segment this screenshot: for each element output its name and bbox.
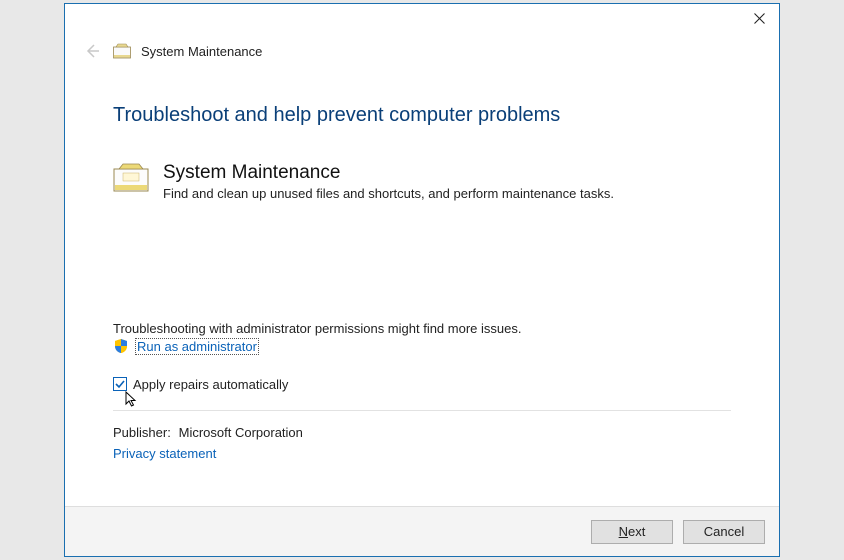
tool-description: Find and clean up unused files and short… xyxy=(163,186,614,201)
checkmark-icon xyxy=(115,379,125,389)
cursor-icon xyxy=(125,391,139,409)
tool-info-row: System Maintenance Find and clean up unu… xyxy=(113,163,731,201)
admin-hint-text: Troubleshooting with administrator permi… xyxy=(113,321,731,336)
next-button[interactable]: Next xyxy=(591,520,673,544)
maintenance-icon xyxy=(113,163,149,193)
divider xyxy=(113,410,731,411)
troubleshooter-name: System Maintenance xyxy=(141,44,262,59)
back-arrow-icon xyxy=(83,42,101,60)
close-button[interactable] xyxy=(739,4,779,32)
cancel-button[interactable]: Cancel xyxy=(683,520,765,544)
apply-repairs-checkbox[interactable] xyxy=(113,377,127,391)
run-as-admin-link[interactable]: Run as administrator xyxy=(135,338,259,355)
publisher-row: Publisher: Microsoft Corporation xyxy=(113,425,731,440)
publisher-label: Publisher: xyxy=(113,425,175,440)
titlebar xyxy=(65,4,779,38)
content-area: Troubleshoot and help prevent computer p… xyxy=(65,64,779,506)
apply-repairs-label: Apply repairs automatically xyxy=(133,377,288,392)
apply-repairs-row: Apply repairs automatically xyxy=(113,377,731,392)
page-heading: Troubleshoot and help prevent computer p… xyxy=(113,104,731,127)
run-as-admin-row: Run as administrator xyxy=(113,338,731,355)
maintenance-small-icon xyxy=(113,43,131,59)
back-button xyxy=(81,40,103,62)
close-icon xyxy=(754,13,765,24)
privacy-statement-link[interactable]: Privacy statement xyxy=(113,446,731,461)
tool-title: System Maintenance xyxy=(163,163,614,184)
button-bar: Next Cancel xyxy=(65,506,779,556)
troubleshooter-dialog: System Maintenance Troubleshoot and help… xyxy=(64,3,780,557)
shield-icon xyxy=(113,338,129,354)
publisher-value: Microsoft Corporation xyxy=(179,425,303,440)
header-row: System Maintenance xyxy=(65,38,779,64)
